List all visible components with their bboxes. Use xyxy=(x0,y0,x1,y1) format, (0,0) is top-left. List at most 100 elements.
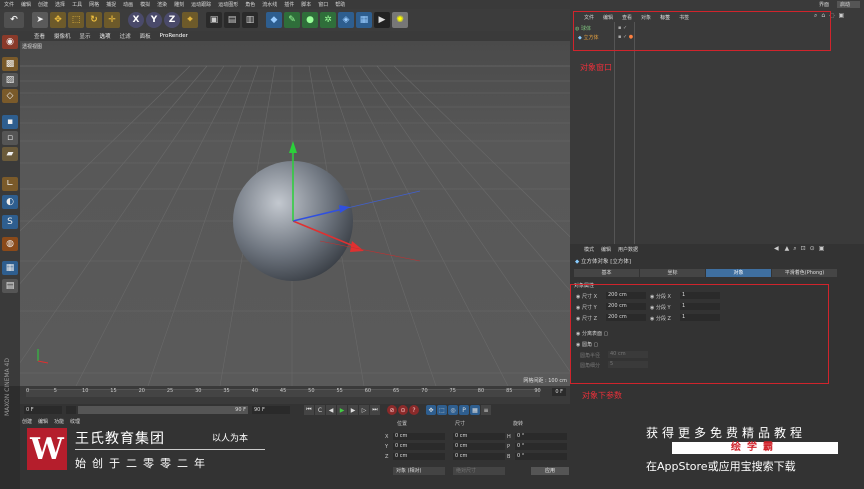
planar-workplane-icon[interactable]: ▦ xyxy=(2,261,18,275)
size-mode-dropdown[interactable]: 绝对尺寸 xyxy=(453,467,505,475)
select-arrow-icon[interactable]: ➤ xyxy=(32,12,48,28)
viewport-menu-view[interactable]: 查看 xyxy=(34,32,45,40)
menu-create[interactable]: 创建 xyxy=(38,1,48,8)
menu-character[interactable]: 角色 xyxy=(245,1,255,8)
x-axis-arrow-icon[interactable] xyxy=(350,241,364,252)
menu-plugins[interactable]: 插件 xyxy=(284,1,294,8)
rotate-icon[interactable]: ↻ xyxy=(86,12,102,28)
menu-snap[interactable]: 捕捉 xyxy=(106,1,116,8)
pen-spline-icon[interactable]: ✎ xyxy=(284,12,300,28)
perspective-viewport[interactable]: 透视视图 网格间距 : 100 cm xyxy=(20,41,570,386)
x-axis-lock-icon[interactable]: X xyxy=(128,12,144,28)
rotation-key-icon[interactable]: ◎ xyxy=(448,405,458,415)
menu-sculpt[interactable]: 雕刻 xyxy=(174,1,184,8)
attr-menu-userdata[interactable]: 用户数据 xyxy=(618,246,638,253)
edges-mode-icon[interactable]: ▫ xyxy=(2,131,18,145)
deformer-icon[interactable]: ◈ xyxy=(338,12,354,28)
menu-window[interactable]: 窗口 xyxy=(318,1,328,8)
y-axis-lock-icon[interactable]: Y xyxy=(146,12,162,28)
record-keyframe-icon[interactable]: ⊘ xyxy=(387,405,397,415)
size-x-field[interactable]: 0 cm xyxy=(453,433,505,440)
viewport-menu-filter[interactable]: 过滤 xyxy=(120,32,131,40)
polygons-mode-icon[interactable]: ▰ xyxy=(2,147,18,161)
up-arrow-icon[interactable]: ▲ xyxy=(785,245,790,254)
size-y-field[interactable]: 0 cm xyxy=(453,443,505,450)
menu-help[interactable]: 帮助 xyxy=(335,1,345,8)
current-frame-field[interactable]: 0 F xyxy=(552,388,566,396)
scale-key-icon[interactable]: ⬚ xyxy=(437,405,447,415)
search-icon[interactable]: ⌕ xyxy=(793,245,796,254)
cube-object-icon[interactable]: ◆ xyxy=(266,12,282,28)
material-tab-edit[interactable]: 编辑 xyxy=(38,418,48,426)
render-settings-icon[interactable]: ▥ xyxy=(242,12,258,28)
rotation-b-field[interactable]: 0 ° xyxy=(515,453,567,460)
tab-basic[interactable]: 基本 xyxy=(574,269,639,277)
subdivision-icon[interactable]: ● xyxy=(302,12,318,28)
menu-simulate[interactable]: 模拟 xyxy=(140,1,150,8)
menu-animate[interactable]: 动画 xyxy=(123,1,133,8)
position-z-field[interactable]: 0 cm xyxy=(393,453,445,460)
current-frame-small[interactable] xyxy=(66,406,76,414)
expand-panel-icon[interactable]: ▣ xyxy=(838,12,844,21)
floor-icon[interactable]: ▦ xyxy=(356,12,372,28)
texture-mode-icon[interactable]: ▨ xyxy=(2,73,18,87)
tab-phong[interactable]: 平滑着色(Phong) xyxy=(772,269,837,277)
menu-motion-tracking[interactable]: 运动跟踪 xyxy=(191,1,211,8)
last-tool-icon[interactable]: ✛ xyxy=(104,12,120,28)
tweak-icon[interactable]: ◐ xyxy=(2,195,18,209)
menu-tools[interactable]: 工具 xyxy=(72,1,82,8)
goto-start-icon[interactable]: ⏮ xyxy=(304,405,314,415)
menu-pipeline[interactable]: 流水线 xyxy=(262,1,277,8)
goto-end-icon[interactable]: ⏭ xyxy=(370,405,380,415)
attr-menu-edit[interactable]: 编辑 xyxy=(601,246,611,253)
render-picture-viewer-icon[interactable]: ▤ xyxy=(224,12,240,28)
undo-icon[interactable]: ↶ xyxy=(4,12,24,28)
tab-object[interactable]: 对象 xyxy=(706,269,771,277)
camera-icon[interactable]: ▶ xyxy=(374,12,390,28)
prev-frame-icon[interactable]: ◀ xyxy=(326,405,336,415)
menu-file[interactable]: 文件 xyxy=(4,1,14,8)
auto-keyframe-icon[interactable]: ⊙ xyxy=(398,405,408,415)
snap-icon[interactable]: S xyxy=(2,215,18,229)
material-tab-create[interactable]: 创建 xyxy=(22,418,32,426)
move-icon[interactable]: ✥ xyxy=(50,12,66,28)
layout-select[interactable]: 启动 xyxy=(836,1,860,8)
viewport-menu-display[interactable]: 显示 xyxy=(80,32,91,40)
keyframe-selection-icon[interactable]: ? xyxy=(409,405,419,415)
rotation-h-field[interactable]: 0 ° xyxy=(515,433,567,440)
grid-icon[interactable]: ▤ xyxy=(2,279,18,293)
lock-icon[interactable]: ⊡ xyxy=(801,245,806,254)
back-arrow-icon[interactable]: ◀ xyxy=(774,245,779,254)
enable-axis-icon[interactable]: ∟ xyxy=(2,177,18,191)
play-icon[interactable]: ▶ xyxy=(337,405,347,415)
workplane-icon[interactable]: ◇ xyxy=(2,89,18,103)
material-tab-texture[interactable]: 纹理 xyxy=(70,418,80,426)
material-tab-function[interactable]: 功能 xyxy=(54,418,64,426)
next-key-icon[interactable]: ▷ xyxy=(359,405,369,415)
start-frame-field[interactable]: 0 F xyxy=(24,406,62,414)
attr-menu-mode[interactable]: 模式 xyxy=(584,246,594,253)
position-key-icon[interactable]: ✥ xyxy=(426,405,436,415)
light-icon[interactable]: ✺ xyxy=(392,12,408,28)
tab-coord[interactable]: 坐标 xyxy=(640,269,705,277)
timeline[interactable]: 0 5 10 15 20 25 30 35 40 45 50 55 60 65 … xyxy=(20,386,570,404)
menu-render[interactable]: 渲染 xyxy=(157,1,167,8)
lock-workplane-icon[interactable]: ◍ xyxy=(2,237,18,251)
timeline-menu-icon[interactable]: ≡ xyxy=(481,405,491,415)
rotation-p-field[interactable]: 0 ° xyxy=(515,443,567,450)
scale-icon[interactable]: ⬚ xyxy=(68,12,84,28)
apply-button[interactable]: 应用 xyxy=(531,467,569,475)
menu-script[interactable]: 脚本 xyxy=(301,1,311,8)
coords-mode-dropdown[interactable]: 对象 (相对) xyxy=(393,467,445,475)
menu-mograph[interactable]: 运动图形 xyxy=(218,1,238,8)
preview-range-slider[interactable]: 90 F xyxy=(78,406,248,414)
viewport-menu-cameras[interactable]: 摄像机 xyxy=(54,32,71,40)
viewport-menu-options[interactable]: 选项 xyxy=(100,32,111,40)
param-key-icon[interactable]: P xyxy=(459,405,469,415)
size-z-field[interactable]: 0 cm xyxy=(453,453,505,460)
viewport-menu-panel[interactable]: 面板 xyxy=(140,32,151,40)
end-frame-field[interactable]: 90 F xyxy=(252,406,290,414)
array-icon[interactable]: ✲ xyxy=(320,12,336,28)
point-level-icon[interactable]: ▦ xyxy=(470,405,480,415)
position-y-field[interactable]: 0 cm xyxy=(393,443,445,450)
